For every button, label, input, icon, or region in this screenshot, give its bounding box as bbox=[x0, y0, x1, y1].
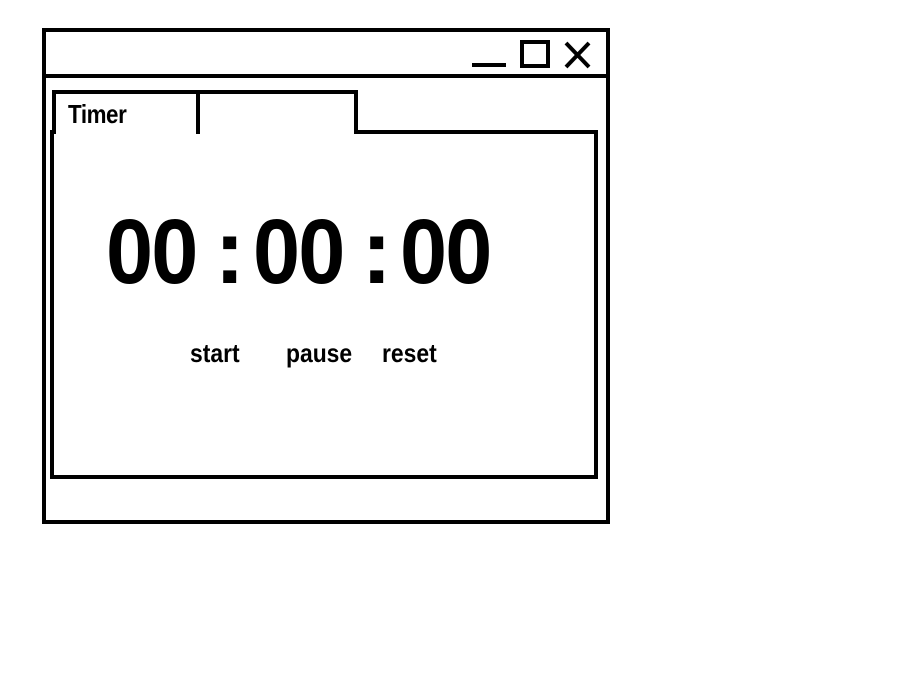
title-bar[interactable] bbox=[46, 32, 606, 78]
start-button[interactable]: start bbox=[190, 338, 240, 369]
timer-seconds: 00 bbox=[399, 201, 492, 303]
minimize-icon bbox=[472, 63, 506, 67]
timer-separator: : bbox=[214, 201, 245, 303]
reset-button[interactable]: reset bbox=[382, 338, 437, 369]
tab-timer[interactable]: Timer bbox=[52, 90, 200, 134]
app-window: Timer 00:00:00 start pause reset bbox=[42, 28, 610, 524]
maximize-icon bbox=[520, 40, 550, 68]
tab-label: Timer bbox=[68, 99, 127, 129]
close-button[interactable] bbox=[562, 40, 592, 70]
maximize-button[interactable] bbox=[520, 40, 550, 70]
timer-hours: 00 bbox=[106, 201, 198, 303]
minimize-button[interactable] bbox=[470, 40, 506, 70]
close-icon bbox=[564, 41, 591, 69]
pause-button[interactable]: pause bbox=[286, 338, 352, 369]
timer-panel: 00:00:00 start pause reset bbox=[50, 130, 598, 479]
timer-display: 00:00:00 bbox=[54, 202, 594, 302]
tab-empty[interactable] bbox=[196, 90, 358, 134]
timer-minutes: 00 bbox=[252, 201, 345, 303]
timer-separator: : bbox=[361, 201, 392, 303]
